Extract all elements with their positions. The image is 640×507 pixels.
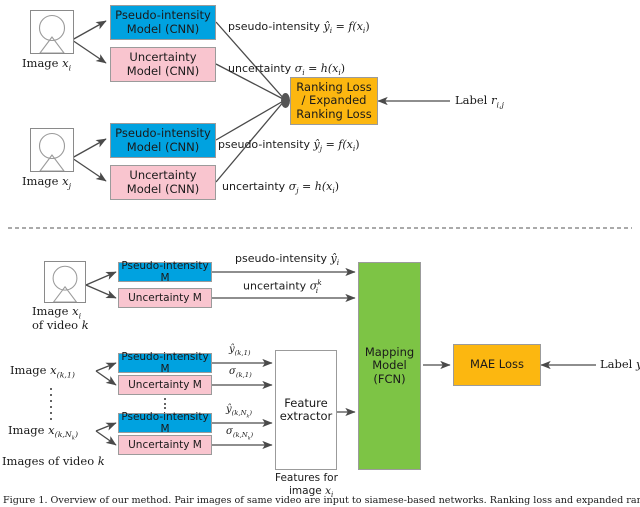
pseudo-intensity-m-k1-box[interactable]: Pseudo-intensity M [118,351,212,375]
mae-loss-box[interactable]: MAE Loss [453,344,541,386]
pseudo-intensity-model-j-box[interactable]: Pseudo-intensity Model (CNN) [110,123,216,158]
bottom-image-thumbnail-i [44,261,86,303]
sigma-k1-label: σ(k,1) [229,366,252,379]
bottom-image-i-label-line2: of video k [32,318,89,333]
sigma-kNk-sub-c: ) [250,431,254,439]
yhat-k1-sub: (k,1) [234,349,251,357]
sigma-k1-sym: σ [229,366,236,377]
feature-extractor-box[interactable]: Feature extractor [275,350,337,470]
edge-text: uncertainty [222,180,286,193]
yhat-kNk-label: ŷ(k,Nk) [226,404,252,420]
edge-label-uncertainty-i: uncertainty σi = h(xi) [228,62,345,78]
bottom-edge-pseudo-intensity: pseudo-intensity ŷi [235,252,339,268]
convergence-node [281,93,290,108]
uncertainty-model-j-box[interactable]: Uncertainty Model (CNN) [110,165,216,200]
uncertainty-m-i-box[interactable]: Uncertainty M [118,288,212,308]
person-silhouette-icon [38,132,66,171]
yhat-kNk-sub-a: (k,N [231,409,247,417]
person-silhouette-icon [52,265,78,302]
yhat-k1-label: ŷ(k,1) [229,344,251,357]
uncertainty-model-i-box[interactable]: Uncertainty Model (CNN) [110,47,216,82]
images-of-video-math: k [97,454,105,468]
edge-label-uncertainty-j: uncertainty σj = h(xi) [222,180,339,196]
images-of-video-text: Images of video [2,454,95,468]
image-kNk-label: Image x(k,Nk) [8,423,79,442]
image-kNk-sub-a: (k,N [54,430,72,440]
sigma-kNk-sub-a: (k,N [232,431,248,439]
edge-text: uncertainty [243,279,307,293]
yhat-kNk-sub-c: ) [249,409,252,417]
edge-math: ŷi = f(xi) [324,20,370,35]
edge-text: pseudo-intensity [235,252,328,265]
sigma-kNk-sym: σ [226,426,233,437]
image-k1-label: Image x(k,1) [10,363,75,380]
sigma-k1-sub: (k,1) [235,371,252,379]
edge-text: pseudo-intensity [218,138,311,151]
image-thumbnail-i [30,10,74,54]
label-r-sub: i,j [496,100,504,110]
image-k1-text: Image [10,363,47,377]
image-kNk-sub-c: ) [74,430,79,440]
label-y-input: Label yi [600,357,640,374]
figure-canvas: Image xi Image xj Pseudo-intensity Model… [0,0,640,507]
edge-math: σj = h(xi) [289,180,340,195]
yhat-kNk-sub: (k,Nk) [231,409,252,419]
edge-math-sub: i [336,258,340,268]
image-i-label: Image xi [22,56,72,73]
image-j-label-text: Image [22,174,59,188]
uncertainty-m-kNk-box[interactable]: Uncertainty M [118,435,212,455]
bottom-video-text: of video [32,318,79,332]
images-of-video-label: Images of video k [2,454,105,469]
image-list-ellipsis [49,388,53,420]
bottom-edge-uncertainty: uncertainty σki [243,278,322,296]
figure-caption: Figure 1. Overview of our method. Pair i… [3,495,640,506]
edge-math-eq: = h(x [304,62,339,75]
pseudo-intensity-m-i-box[interactable]: Pseudo-intensity M [118,260,212,284]
edge-math-end: ) [340,62,346,75]
edge-label-pseudo-intensity-j: pseudo-intensity ŷj = f(xi) [218,138,360,154]
edge-math-eq: = f(x [332,20,363,33]
pseudo-intensity-m-kNk-box[interactable]: Pseudo-intensity M [118,411,212,435]
model-stack-ellipsis [163,398,167,409]
person-silhouette-icon [38,14,66,53]
edge-math-sub: i [315,285,319,295]
image-j-label-sub: j [68,181,72,191]
label-y-text: Label [600,357,633,371]
feature-caption-line1: Features for [275,472,338,484]
image-i-label-sub: i [68,63,72,73]
edge-math: σi = h(xi) [295,62,346,77]
sigma-kNk-sub: (k,Nk) [232,431,254,441]
edge-label-pseudo-intensity-i: pseudo-intensity ŷi = f(xi) [228,20,370,36]
sigma-kNk-label: σ(k,Nk) [226,426,253,442]
ranking-loss-box[interactable]: Ranking Loss / Expanded Ranking Loss [290,77,378,125]
edge-math-end: ) [334,180,340,193]
bottom-image-i-text: Image [32,304,69,318]
image-k1-sub: (k,1) [56,370,75,380]
image-j-label: Image xj [22,174,72,191]
uncertainty-m-k1-box[interactable]: Uncertainty M [118,375,212,395]
edge-math: ŷj = f(xi) [314,138,360,153]
label-r-text: Label [455,93,488,107]
edge-math-end: ) [365,20,370,33]
bottom-video-math: k [81,318,89,332]
edge-math-eq: = f(x [322,138,353,151]
image-kNk-sub: (k,Nk) [54,430,79,442]
pseudo-intensity-model-i-box[interactable]: Pseudo-intensity Model (CNN) [110,5,216,40]
image-kNk-text: Image [8,423,45,437]
mapping-model-box[interactable]: Mapping Model (FCN) [358,262,421,470]
edge-math-eq: = h(x [298,180,333,193]
edge-text: uncertainty [228,62,292,75]
edge-text: pseudo-intensity [228,20,321,33]
image-i-label-text: Image [22,56,59,70]
edge-math-end: ) [355,138,360,151]
label-r-input: Label ri,j [455,93,504,110]
image-thumbnail-j [30,128,74,172]
label-y-math: y [636,357,640,371]
